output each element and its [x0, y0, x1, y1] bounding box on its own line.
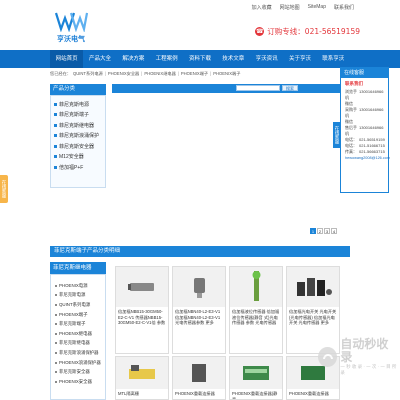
sidebar-list: 菲尼克斯电源 菲尼克斯端子 菲尼克斯继电器 菲尼克斯浪涌保护 菲尼克斯安全器 M…: [50, 95, 106, 188]
bullet-icon: [54, 102, 57, 106]
top-links: 加入收藏 网站地图 SiteMap 联系我们: [252, 4, 354, 11]
product-card[interactable]: 倍加福NBN40-L2-E3-V1 倍加福NBN40-L2-E3-V1 光电传感…: [172, 266, 226, 354]
product-header-bar: [112, 84, 350, 93]
nav-about[interactable]: 关于亨沃: [283, 50, 316, 68]
cs-email[interactable]: hewowang2008@126.com: [341, 155, 390, 161]
sidebar-item[interactable]: 菲尼克斯浪涌保护: [51, 131, 105, 142]
sidebar-title: 产品分类: [50, 84, 106, 95]
product-card[interactable]: MTL隔离栅: [115, 356, 169, 400]
product-caption: 倍加福NBN40-L2-E3-V1 倍加福NBN40-L2-E3-V1 光电传感…: [175, 309, 221, 325]
sidebar-item[interactable]: 菲尼克斯电源: [51, 99, 105, 110]
product-image: [287, 267, 339, 307]
product-card[interactable]: 倍加福NBB15-30GM50-E2-C-V1 传感器NBB15-30GM50-…: [115, 266, 169, 354]
search-button[interactable]: 搜索: [282, 85, 298, 91]
sidebar-item[interactable]: 菲尼克斯安全器: [51, 141, 105, 152]
top-link-favorite[interactable]: 加入收藏: [252, 4, 272, 11]
brand-item[interactable]: QUINT系列电源: [51, 300, 105, 310]
breadcrumb-link[interactable]: QUINT系列电源: [73, 71, 103, 79]
breadcrumb-link[interactable]: PHOENIX端子: [213, 71, 240, 79]
breadcrumb-link[interactable]: PHOENIX继电器: [144, 71, 175, 79]
main-nav: 网站首页 产品大全 解决方案 工程案例 资料下载 技术文章 亨沃资讯 关于亨沃 …: [0, 50, 400, 68]
sidebar-item[interactable]: 菲尼克斯继电器: [51, 120, 105, 131]
bullet-icon: [54, 123, 57, 127]
breadcrumb-prefix: 您已经在：: [50, 71, 71, 76]
product-card[interactable]: PHOENIX重载连接器(静音: [229, 356, 283, 400]
bullet-icon: [54, 113, 57, 117]
sidebar-item[interactable]: M12安全器: [51, 152, 105, 163]
nav-products[interactable]: 产品大全: [83, 50, 116, 68]
brand-item[interactable]: PHOENIX继电器: [51, 329, 105, 339]
nav-solutions[interactable]: 解决方案: [117, 50, 150, 68]
nav-contact[interactable]: 联系亨沃: [317, 50, 350, 68]
product-caption: 倍加福NBB15-30GM50-E2-C-V1 传感器NBB15-30GM50-…: [118, 309, 166, 325]
watermark: 自动秒收录 一 秒 收 录 · 一 次 · 一 目 所 录: [318, 338, 400, 376]
pagination: 1 2 3 4: [310, 228, 337, 234]
breadcrumb: 您已经在： QUINT系列电源 | PHOENIX安全器 | PHOENIX继电…: [50, 71, 350, 79]
section-title: 菲尼克斯端子产品分类明细: [50, 246, 350, 257]
bullet-icon: [54, 144, 57, 148]
top-link-sitemap-cn[interactable]: 网站地图: [280, 4, 300, 11]
page-link[interactable]: 2: [317, 228, 323, 234]
breadcrumb-link[interactable]: PHOENIX端子: [181, 71, 208, 79]
bullet-icon: [54, 155, 57, 159]
site-logo[interactable]: 亨沃电气: [54, 10, 88, 44]
brand-item[interactable]: 菲尼克斯继电器: [51, 339, 105, 349]
nav-articles[interactable]: 技术文章: [217, 50, 250, 68]
nav-home[interactable]: 网站首页: [50, 50, 84, 68]
watermark-title: 自动秒收录: [340, 337, 389, 364]
cs-row: 采购手机 13001646966: [345, 107, 384, 118]
left-float-service[interactable]: 在线客服: [0, 175, 8, 203]
hotline: ☎ 订购专线：021-56519159: [255, 26, 360, 37]
sidebar-item[interactable]: 倍加福P+F: [51, 162, 105, 173]
nav-cases[interactable]: 工程案例: [150, 50, 183, 68]
top-link-contact[interactable]: 联系我们: [334, 4, 354, 11]
watermark-subtitle: 一 秒 收 录 · 一 次 · 一 目 所 录: [340, 364, 397, 375]
bullet-icon: [54, 165, 57, 169]
page-link[interactable]: 3: [324, 228, 330, 234]
sidebar-item[interactable]: 菲尼克斯端子: [51, 110, 105, 121]
brand-item[interactable]: 菲尼克斯端子: [51, 319, 105, 329]
cs-row: 浏览手机 13001646966: [345, 89, 384, 100]
logo-icon: [54, 12, 88, 32]
breadcrumb-link[interactable]: PHOENIX安全器: [108, 71, 139, 79]
customer-service-panel: 在线客服 联系我们 浏览手机 13001646966 微信 采购手机 1300164…: [340, 67, 390, 193]
phone-icon: ☎: [255, 27, 265, 36]
brand-item[interactable]: PHOENIX电源: [51, 281, 105, 291]
brand-item[interactable]: 菲尼克斯浪涌保护器: [51, 348, 105, 358]
product-image: [173, 357, 225, 389]
brand-title: 菲尼克斯继电器: [50, 262, 106, 274]
product-caption: PHOENIX重载连接器: [289, 391, 329, 396]
nav-news[interactable]: 亨沃资讯: [250, 50, 283, 68]
cs-row: 售后手机 13001646966: [345, 125, 384, 136]
product-caption: PHOENIX重载连接器(静音: [232, 391, 278, 399]
product-caption: 倍加福液位传感器 倍加福液位传感器(静音 式)光电传感器 参数 光电传感器: [232, 309, 280, 325]
brand-item[interactable]: PHOENIX浪涌保护器: [51, 358, 105, 368]
page-link[interactable]: 4: [331, 228, 337, 234]
product-caption: PHOENIX重载连接器: [175, 391, 215, 396]
product-image: [173, 267, 225, 307]
watermark-logo-icon: [318, 347, 338, 367]
brand-item[interactable]: 菲尼克斯电源: [51, 291, 105, 301]
search-input[interactable]: [236, 85, 280, 91]
brand-item[interactable]: 菲尼克斯安全器: [51, 367, 105, 377]
top-link-sitemap[interactable]: SiteMap: [308, 4, 326, 11]
brand-item[interactable]: PHOENIX端子: [51, 310, 105, 320]
product-image: [116, 357, 168, 389]
logo-text: 亨沃电气: [57, 35, 85, 43]
nav-downloads[interactable]: 资料下载: [183, 50, 216, 68]
page-link[interactable]: 1: [310, 228, 316, 234]
brand-list: PHOENIX电源 菲尼克斯电源 QUINT系列电源 PHOENIX端子 菲尼克…: [50, 274, 106, 400]
customer-service-head: 在线客服: [341, 68, 388, 78]
product-image: [230, 357, 282, 389]
brand-item[interactable]: PHOENIX安全器: [51, 377, 105, 387]
product-image: [116, 267, 168, 307]
product-image: [230, 267, 282, 307]
bullet-icon: [54, 134, 57, 138]
product-card[interactable]: PHOENIX重载连接器: [172, 356, 226, 400]
product-caption: MTL隔离栅: [118, 391, 139, 396]
customer-service-title: 联系我们: [345, 81, 363, 86]
product-card[interactable]: 倍加福液位传感器 倍加福液位传感器(静音 式)光电传感器 参数 光电传感器: [229, 266, 283, 354]
hotline-text: 订购专线：021-56519159: [267, 27, 360, 36]
